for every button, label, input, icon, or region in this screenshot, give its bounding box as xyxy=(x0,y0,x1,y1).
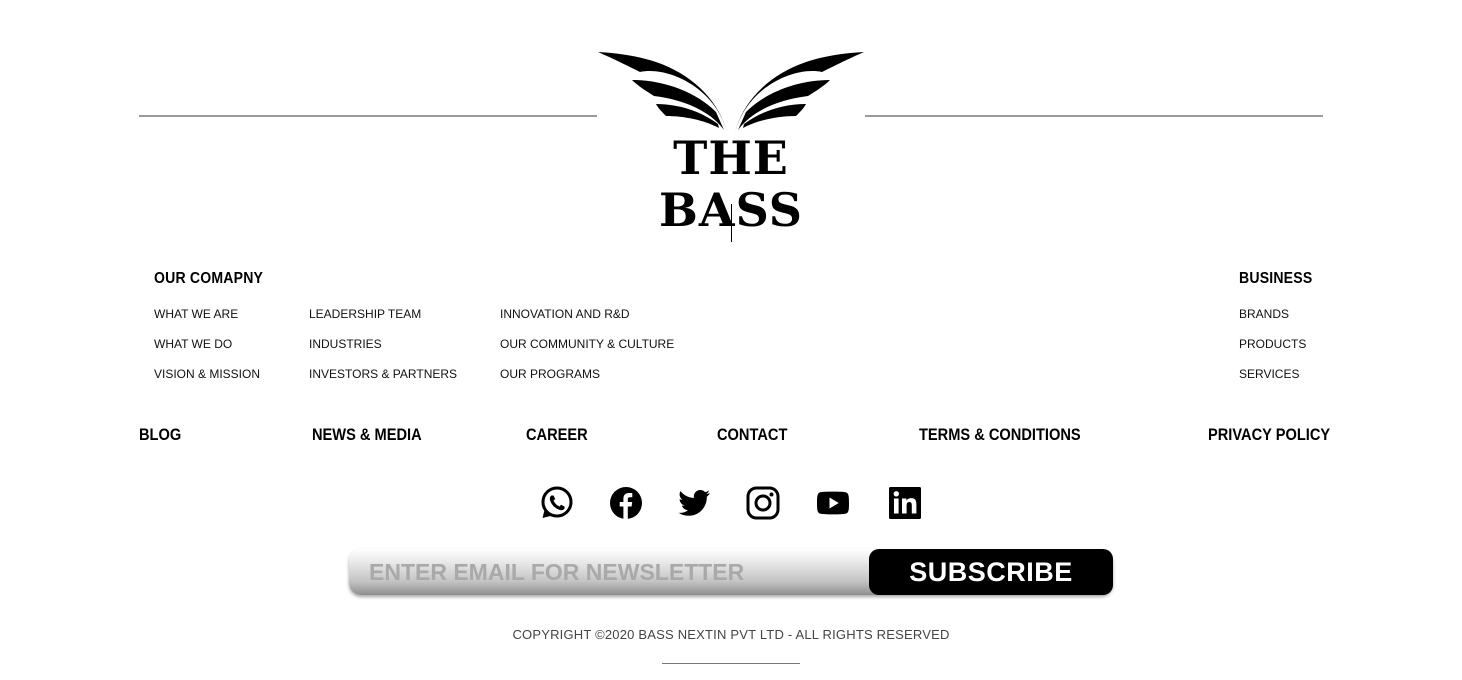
newsletter-email-input[interactable] xyxy=(349,549,869,595)
header-vertical-divider xyxy=(731,204,732,242)
company-link-what-we-do[interactable]: WHAT WE DO xyxy=(154,337,232,351)
nav-contact[interactable]: CONTACT xyxy=(717,425,787,445)
company-link-our-programs[interactable]: OUR PROGRAMS xyxy=(500,367,600,381)
brand-logo[interactable]: THE BASS xyxy=(596,44,866,236)
header-divider-left xyxy=(139,115,597,117)
youtube-icon[interactable] xyxy=(815,485,851,521)
business-link-brands[interactable]: BRANDS xyxy=(1239,307,1289,321)
company-link-vision-mission[interactable]: VISION & MISSION xyxy=(154,367,260,381)
company-link-leadership-team[interactable]: LEADERSHIP TEAM xyxy=(309,307,421,321)
company-link-industries[interactable]: INDUSTRIES xyxy=(309,337,382,351)
business-heading: BUSINESS xyxy=(1239,270,1313,287)
header-divider-right xyxy=(865,115,1323,117)
company-link-investors-partners[interactable]: INVESTORS & PARTNERS xyxy=(309,367,457,381)
nav-news-media[interactable]: NEWS & MEDIA xyxy=(312,425,422,445)
footer-bottom-divider xyxy=(662,663,800,664)
subscribe-button[interactable]: SUBSCRIBE xyxy=(869,549,1113,595)
linkedin-icon[interactable] xyxy=(887,485,923,521)
instagram-icon[interactable] xyxy=(745,485,781,521)
company-link-innovation-rd[interactable]: INNOVATION AND R&D xyxy=(500,307,630,321)
copyright-text: COPYRIGHT ©2020 BASS NEXTIN PVT LTD - AL… xyxy=(512,627,950,642)
nav-career[interactable]: CAREER xyxy=(526,425,588,445)
nav-privacy-policy[interactable]: PRIVACY POLICY xyxy=(1208,425,1330,445)
newsletter-form: SUBSCRIBE xyxy=(349,549,1113,595)
company-link-community-culture[interactable]: OUR COMMUNITY & CULTURE xyxy=(500,337,674,351)
facebook-icon[interactable] xyxy=(608,485,644,521)
company-heading: OUR COMAPNY xyxy=(154,270,264,287)
whatsapp-icon[interactable] xyxy=(539,485,575,521)
wings-icon xyxy=(598,52,864,132)
nav-terms-conditions[interactable]: TERMS & CONDITIONS xyxy=(919,425,1081,445)
nav-blog[interactable]: BLOG xyxy=(139,425,181,445)
twitter-icon[interactable] xyxy=(676,485,712,521)
company-link-what-we-are[interactable]: WHAT WE ARE xyxy=(154,307,238,321)
business-link-products[interactable]: PRODUCTS xyxy=(1239,337,1306,351)
business-link-services[interactable]: SERVICES xyxy=(1239,367,1299,381)
